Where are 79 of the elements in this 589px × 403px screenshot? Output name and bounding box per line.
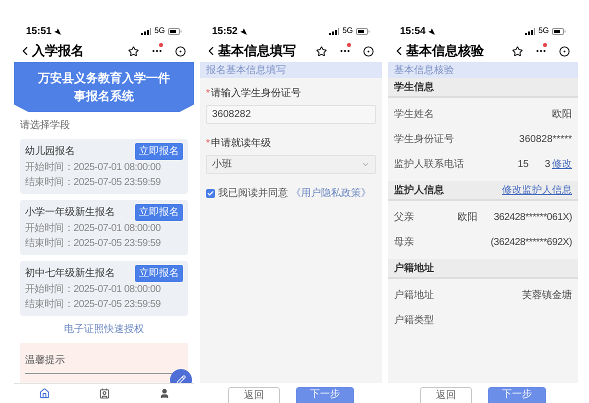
row-value: 芙蓉镇金塘 <box>522 288 572 303</box>
enroll-button[interactable]: 立即报名 <box>135 265 183 282</box>
agreement-checkbox[interactable] <box>206 189 215 198</box>
agreement-text: 我已阅读并同意 <box>218 186 288 201</box>
battery-icon <box>356 28 370 34</box>
edit-link[interactable]: 修改 <box>552 157 572 172</box>
tip-title: 温馨提示 <box>25 355 65 366</box>
section-title: 基本信息核验 <box>394 64 454 78</box>
section-title: 报名基本信息填写 <box>206 64 286 78</box>
clock-time: 15:51 <box>26 24 52 38</box>
row-value: 欧阳 <box>458 211 478 225</box>
end-time: 结束时间：2025-07-05 23:59:59 <box>25 236 162 251</box>
row-label: 母亲 <box>394 236 414 250</box>
banner-title: 万安县义务教育入学一件事报名系统 <box>37 70 171 105</box>
id-number-field[interactable]: 3608282 <box>206 105 376 124</box>
section-label: 请选择学段 <box>20 118 71 133</box>
back-button[interactable]: 返回 <box>228 387 280 403</box>
enroll-button[interactable]: 立即报名 <box>135 143 183 160</box>
row-value: 3 <box>544 158 550 172</box>
close-mini-program-icon[interactable] <box>363 46 374 56</box>
row-label: 监护人联系电话 <box>394 158 464 172</box>
page-title: 基本信息核验 <box>406 42 484 60</box>
edit-guardian-link[interactable]: 修改监护人信息 <box>502 182 572 198</box>
close-mini-program-icon[interactable] <box>175 46 186 56</box>
group-title: 学生信息 <box>394 80 434 94</box>
back-button[interactable]: 返回 <box>420 387 472 403</box>
star-icon[interactable] <box>128 46 139 56</box>
location-arrow-icon <box>54 28 61 34</box>
location-arrow-icon <box>428 28 435 34</box>
signal-icon <box>329 28 340 34</box>
row-label: 学生身份证号 <box>394 132 454 147</box>
row-label: 户籍地址 <box>394 288 434 303</box>
clock-time: 15:54 <box>400 24 426 38</box>
required-mark: * <box>206 87 210 101</box>
row-value: 15 <box>518 158 529 172</box>
page-title: 基本信息填写 <box>218 42 296 60</box>
end-time: 结束时间：2025-07-05 23:59:59 <box>25 298 162 312</box>
start-time: 开始时间：2025-07-01 08:00:00 <box>25 222 162 236</box>
end-time: 结束时间：2025-07-05 23:59:59 <box>25 176 162 190</box>
grade-select[interactable]: 小班 <box>206 155 376 174</box>
row-value: 360828***** <box>519 133 572 147</box>
group-title: 户籍地址 <box>394 261 434 276</box>
enroll-button[interactable]: 立即报名 <box>135 204 183 221</box>
signal-icon <box>525 28 536 34</box>
network-label: 5G <box>538 25 549 37</box>
next-button[interactable]: 下一步 <box>296 387 354 403</box>
start-time: 开始时间：2025-07-01 08:00:00 <box>25 282 162 297</box>
location-arrow-icon <box>240 28 247 34</box>
close-mini-program-icon[interactable] <box>559 46 570 56</box>
privacy-policy-link[interactable]: 《用户隐私政策》 <box>291 186 371 201</box>
dropdown-icon <box>361 160 370 169</box>
row-label: 户籍类型 <box>394 314 434 328</box>
start-time: 开始时间：2025-07-01 08:00:00 <box>25 160 162 175</box>
card-title: 幼儿园报名 <box>25 144 75 159</box>
network-label: 5G <box>154 25 165 37</box>
star-icon[interactable] <box>512 46 523 56</box>
field-label: 请输入学生身份证号 <box>210 86 301 101</box>
row-label: 父亲 <box>394 210 414 225</box>
row-value: 362428******061X) <box>494 211 572 225</box>
row-value: 欧阳 <box>552 108 572 122</box>
row-value: (362428******692X) <box>490 236 572 250</box>
contact-card-icon[interactable] <box>98 388 110 399</box>
field-label: 申请就读年级 <box>210 136 271 151</box>
card-title: 小学一年级新生报名 <box>25 206 115 220</box>
card-title: 初中七年级新生报名 <box>25 266 115 281</box>
person-icon[interactable] <box>158 388 170 399</box>
required-mark: * <box>206 137 210 151</box>
network-label: 5G <box>342 25 353 37</box>
next-button[interactable]: 下一步 <box>488 387 546 403</box>
battery-icon <box>168 28 182 34</box>
home-icon[interactable] <box>38 388 50 399</box>
authorization-link[interactable]: 电子证照快速授权 <box>64 322 144 337</box>
group-title: 监护人信息 <box>394 183 444 198</box>
page-title: 入学报名 <box>32 42 84 60</box>
signal-icon <box>141 28 152 34</box>
star-icon[interactable] <box>316 46 327 56</box>
clock-time: 15:52 <box>212 24 238 38</box>
row-label: 学生姓名 <box>394 108 434 122</box>
battery-icon <box>552 28 566 34</box>
